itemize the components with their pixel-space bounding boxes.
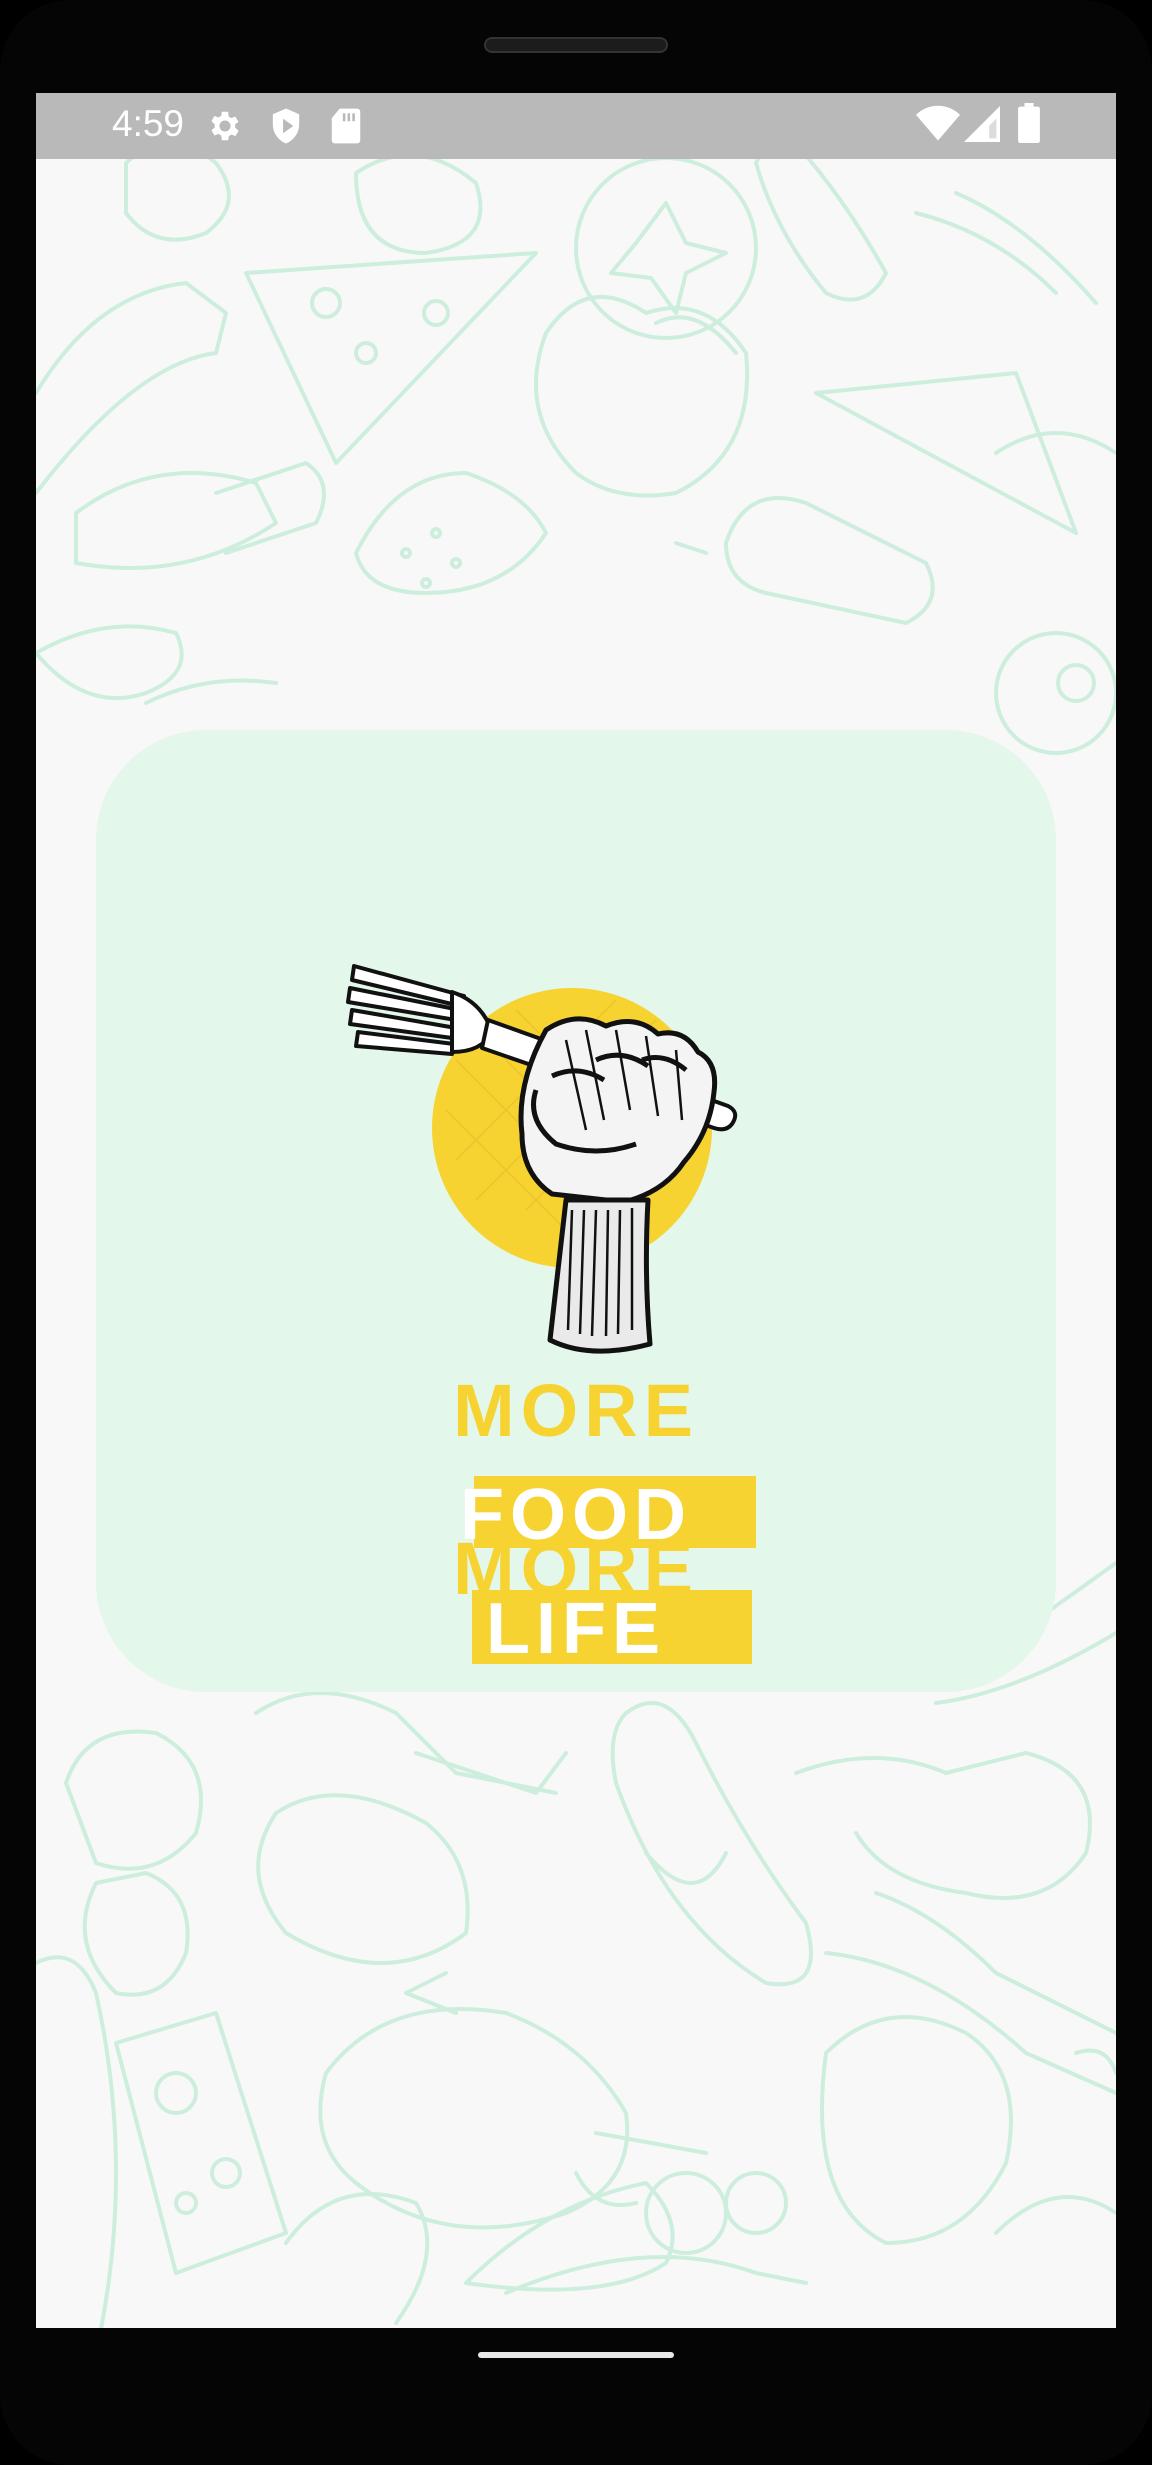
gesture-navigation-handle[interactable] — [478, 2352, 674, 2358]
wifi-icon — [916, 105, 960, 141]
status-time: 4:59 — [112, 103, 185, 144]
splash-logo-card: MORE FOOD MORE LIFE — [96, 730, 1056, 1692]
phone-frame: 4:59 MORE FOOD MORE LIFE — [0, 0, 1152, 2465]
status-bar: 4:59 — [36, 93, 1116, 159]
settings-icon — [211, 111, 239, 141]
screen: 4:59 MORE FOOD MORE LIFE — [36, 93, 1116, 2328]
earpiece-speaker — [484, 37, 668, 53]
battery-icon — [1018, 103, 1040, 143]
slogan-line-more-1: MORE — [453, 1369, 699, 1452]
slogan-line-life: LIFE — [486, 1589, 666, 1669]
play-protect-icon — [272, 108, 300, 144]
cell-signal-icon — [964, 106, 1000, 142]
sd-card-icon — [331, 108, 361, 144]
